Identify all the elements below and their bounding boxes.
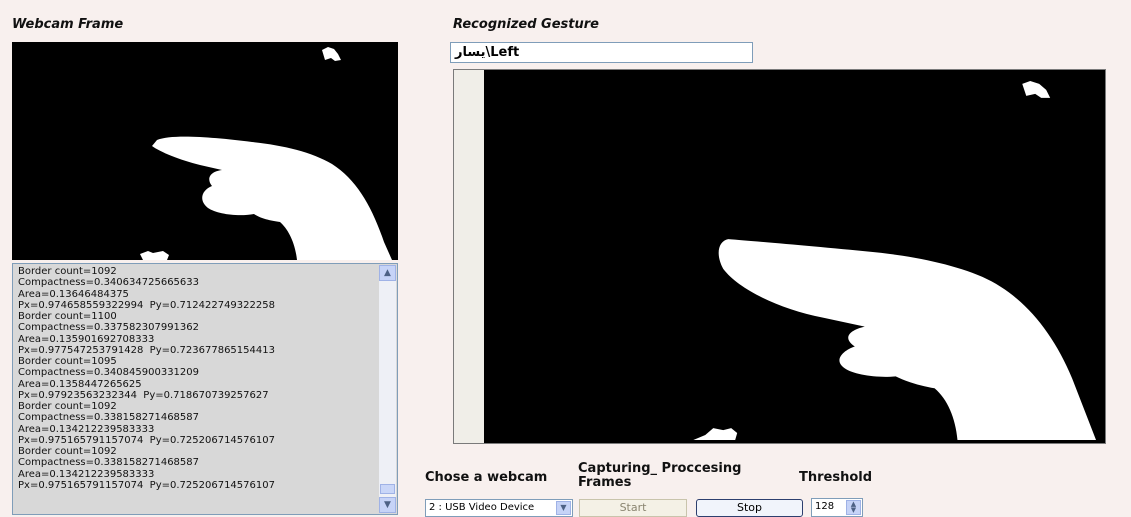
log-line: Px=0.975165791157074 Py=0.72520671457610…: [18, 479, 275, 491]
threshold-label: Threshold: [799, 470, 873, 485]
recognized-gesture-title: Recognized Gesture: [453, 17, 599, 32]
updown-arrows-icon[interactable]: ▲ ▼: [846, 500, 861, 515]
log-line: Border count=1095: [18, 356, 117, 367]
webcam-frame-image: [12, 42, 398, 260]
processed-frame-image: [453, 69, 1106, 444]
log-line: Compactness=0.337582307991362: [18, 322, 200, 334]
webcam-frame-title: Webcam Frame: [12, 17, 124, 32]
stop-button[interactable]: Stop: [696, 499, 803, 517]
log-line: Area=0.134212239583333: [18, 468, 155, 480]
log-line: Px=0.97923563232344 Py=0.718670739257627: [18, 389, 269, 401]
log-line: Area=0.13646484375: [18, 288, 129, 300]
scrollbar-thumb[interactable]: [380, 484, 395, 494]
log-scrollbar[interactable]: ▲ ▼: [379, 265, 396, 513]
webcam-select[interactable]: 2 : USB Video Device ▼: [425, 499, 573, 517]
log-line: Compactness=0.338158271468587: [18, 412, 200, 424]
log-line: Compactness=0.340845900331209: [18, 367, 200, 379]
threshold-value: 128: [815, 501, 835, 512]
webcam-select-value: 2 : USB Video Device: [429, 502, 535, 513]
chevron-down-icon[interactable]: ▼: [379, 497, 396, 513]
log-line: Area=0.135901692708333: [18, 333, 155, 345]
log-line: Area=0.1358447265625: [18, 378, 142, 390]
threshold-spinner[interactable]: 128 ▲ ▼: [811, 498, 863, 517]
chose-webcam-label: Chose a webcam: [425, 470, 548, 485]
chevron-down-icon[interactable]: ▼: [556, 501, 571, 515]
log-line: Border count=1100: [18, 311, 117, 322]
log-line: Px=0.975165791157074 Py=0.72520671457610…: [18, 434, 275, 446]
capturing-processing-label: Capturing_ Proccesing Frames: [578, 461, 742, 490]
log-line: Px=0.977547253791428 Py=0.72367786515441…: [18, 344, 275, 356]
log-line: Border count=1092: [18, 266, 117, 277]
start-button[interactable]: Start: [579, 499, 687, 517]
log-line: Area=0.134212239583333: [18, 423, 155, 435]
log-line: Compactness=0.340634725665633: [18, 277, 200, 289]
log-line: Compactness=0.338158271468587: [18, 457, 200, 469]
log-text: Border count=1092 Compactness=0.340634725…: [18, 266, 377, 512]
log-line: Px=0.974658559322994 Py=0.71242274932225…: [18, 299, 275, 311]
log-line: Border count=1092: [18, 401, 117, 412]
gesture-output-field[interactable]: يسار\Left: [450, 42, 753, 63]
chevron-up-icon[interactable]: ▲: [379, 265, 396, 281]
log-line: Border count=1092: [18, 446, 117, 457]
log-textarea[interactable]: Border count=1092 Compactness=0.340634725…: [12, 263, 398, 515]
